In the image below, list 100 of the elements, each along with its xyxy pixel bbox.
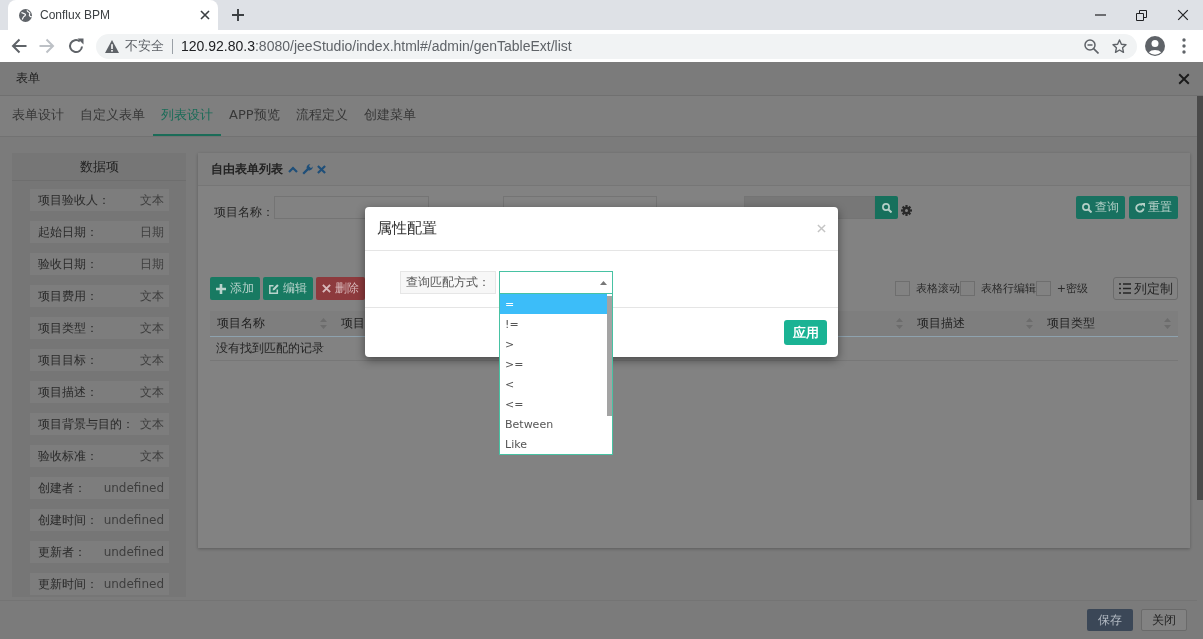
dropdown-option[interactable]: Between [500, 414, 607, 434]
dropdown-option[interactable]: <= [500, 394, 607, 414]
gear-icon[interactable] [901, 205, 912, 216]
tab[interactable]: 流程定义 [287, 96, 356, 136]
column-header[interactable]: 项目类型 [1047, 315, 1095, 332]
field-type: 文本 [140, 319, 164, 337]
data-item[interactable]: 项目目标： 文本 [30, 349, 169, 371]
field-type: undefined [103, 513, 164, 527]
menu-icon[interactable] [1182, 38, 1186, 54]
field-label: 更新时间： [38, 575, 98, 593]
caret-icon [600, 281, 607, 285]
data-item[interactable]: 更新时间： undefined [30, 573, 169, 595]
plus-icon[interactable] [232, 9, 244, 21]
tab-title: Conflux BPM [40, 8, 112, 22]
panel-title: 自由表单列表 [211, 160, 283, 178]
browser-tab[interactable]: Conflux BPM [8, 0, 218, 30]
field-label: 项目费用： [38, 287, 98, 305]
dropdown-option[interactable]: Like [500, 434, 607, 454]
warning-icon[interactable] [105, 39, 119, 53]
field-label: 更新者： [38, 543, 86, 561]
field-label: 项目背景与目的： [38, 415, 134, 433]
field-type: 文本 [140, 415, 164, 433]
dropdown-option[interactable]: >= [500, 354, 607, 374]
add-button[interactable]: 添加 [210, 277, 260, 300]
dialog-title: 属性配置 [377, 219, 437, 238]
field-type: 文本 [140, 351, 164, 369]
checkbox-label[interactable]: 表格行编辑 [980, 281, 1036, 296]
dropdown-option[interactable]: != [500, 314, 607, 334]
close-button[interactable]: 关闭 [1141, 609, 1187, 631]
edit-button[interactable]: 编辑 [263, 277, 313, 300]
data-item[interactable]: 项目描述： 文本 [30, 381, 169, 403]
data-item[interactable]: 起始日期： 日期 [30, 221, 169, 243]
close-icon [322, 284, 331, 293]
field-label: 起始日期： [38, 223, 98, 241]
checkbox-label[interactable]: 表格滚动 [915, 281, 960, 296]
field-type: undefined [103, 577, 164, 591]
apply-button[interactable]: 应用 [784, 320, 827, 345]
panel-title: 数据项 [79, 157, 119, 176]
scrollbar-thumb[interactable] [607, 296, 612, 416]
field-type: undefined [103, 545, 164, 559]
data-item[interactable]: 创建者： undefined [30, 477, 169, 499]
search-label: 项目名称： [213, 204, 274, 219]
data-item[interactable]: 项目类型： 文本 [30, 317, 169, 339]
delete-button[interactable]: 删除 [316, 277, 365, 300]
column-header[interactable]: 项目描述 [917, 315, 965, 332]
restore-icon[interactable] [1136, 9, 1147, 21]
data-item[interactable]: 更新者： undefined [30, 541, 169, 563]
data-item[interactable]: 创建时间： undefined [30, 509, 169, 531]
query-button[interactable]: 查询 [1076, 196, 1125, 219]
field-label: 项目类型： [38, 319, 98, 337]
wrench-icon[interactable] [302, 163, 313, 175]
url-text[interactable]: 120.92.80.3:8080/jeeStudio/index.html#/admin/genTableExt/list [181, 38, 572, 54]
data-item[interactable]: 项目费用： 文本 [30, 285, 169, 307]
close-icon[interactable] [1176, 9, 1189, 21]
data-item[interactable]: 项目验收人： 文本 [30, 189, 169, 211]
field-label: 验收标准： [38, 447, 98, 465]
tab[interactable]: 自定义表单 [72, 96, 153, 136]
tab[interactable]: 表单设计 [4, 96, 72, 136]
save-button[interactable]: 保存 [1087, 609, 1133, 631]
back-arrow-icon[interactable] [11, 38, 27, 54]
column-header[interactable]: 项目 [341, 315, 365, 332]
data-item[interactable]: 验收标准： 文本 [30, 445, 169, 467]
dropdown-option[interactable]: = [500, 294, 607, 314]
close-icon[interactable] [200, 10, 210, 20]
field-label: 项目目标： [38, 351, 98, 369]
search-button[interactable] [875, 196, 898, 219]
address-bar[interactable]: 不安全 120.92.80.3:8080/jeeStudio/index.html#/admin/genTableExt/list [96, 33, 1137, 59]
field-type: 文本 [140, 447, 164, 465]
select-field[interactable] [499, 271, 613, 294]
reset-button[interactable]: 重置 [1129, 196, 1178, 219]
field-label: 项目验收人： [38, 191, 110, 209]
field-type: 文本 [140, 191, 164, 209]
field-label: 创建时间： [38, 511, 98, 529]
empty-message: 没有找到匹配的记录 [216, 340, 324, 357]
dropdown-option[interactable]: > [500, 334, 607, 354]
column-header[interactable]: 项目名称 [217, 315, 265, 332]
chevron-up-icon[interactable] [288, 165, 298, 173]
tab[interactable]: APP预览 [221, 96, 288, 136]
tab[interactable]: 创建菜单 [355, 96, 424, 136]
data-item[interactable]: 验收日期： 日期 [30, 253, 169, 275]
field-type: 日期 [140, 255, 164, 273]
reload-icon[interactable] [68, 38, 84, 54]
dropdown-option[interactable]: < [500, 374, 607, 394]
field-type: undefined [103, 481, 164, 495]
zoom-out-icon[interactable] [1084, 38, 1099, 54]
security-label[interactable]: 不安全 [125, 37, 164, 55]
field-label: 项目描述： [38, 383, 98, 401]
field-label: 查询匹配方式： [400, 271, 496, 294]
field-type: 文本 [140, 383, 164, 401]
columns-button[interactable]: 列定制 [1113, 277, 1178, 300]
edit-icon [269, 283, 279, 294]
account-icon[interactable] [1145, 36, 1165, 56]
scrollbar-thumb[interactable] [1197, 96, 1203, 500]
refresh-icon [1135, 202, 1145, 213]
star-icon[interactable] [1112, 38, 1127, 54]
search-icon [881, 202, 892, 213]
field-label: 创建者： [38, 479, 86, 497]
checkbox-label[interactable]: +密级 [1056, 281, 1088, 296]
field-label: 验收日期： [38, 255, 98, 273]
data-item[interactable]: 项目背景与目的： 文本 [30, 413, 169, 435]
